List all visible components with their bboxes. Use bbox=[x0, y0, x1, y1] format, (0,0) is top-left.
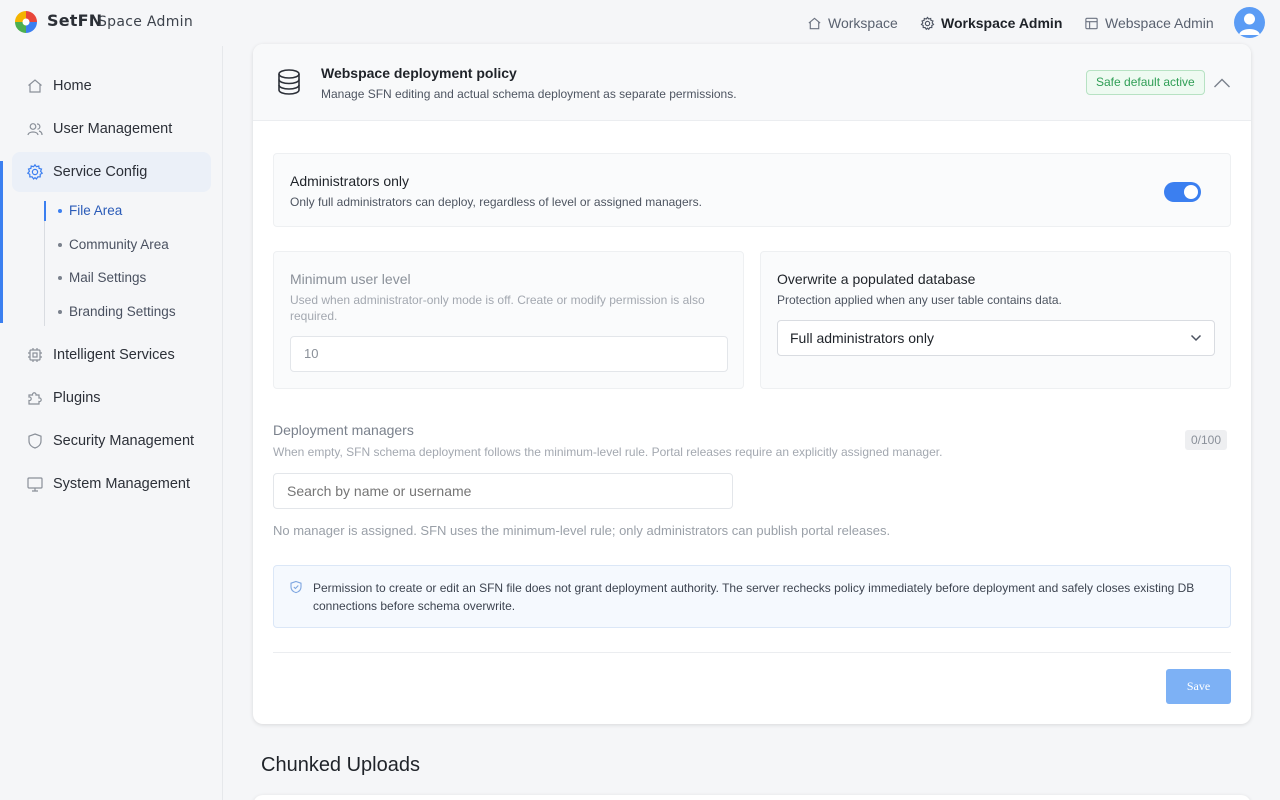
submenu-item-label: Community Area bbox=[69, 237, 169, 252]
bullet-icon bbox=[58, 309, 62, 314]
submenu-item-label: File Area bbox=[69, 203, 123, 218]
admin-only-panel: Administrators only Only full administra… bbox=[273, 153, 1231, 227]
top-bar: SetFN Space Admin Workspace Workspace Ad… bbox=[0, 0, 1280, 46]
users-icon bbox=[27, 123, 43, 136]
sidebar-item-label: Home bbox=[53, 78, 92, 94]
sidebar-item-home[interactable]: Home bbox=[12, 66, 211, 106]
sidebar-item-label: Service Config bbox=[53, 164, 148, 180]
min-level-panel: Minimum user level Used when administrat… bbox=[273, 251, 744, 389]
user-avatar[interactable] bbox=[1234, 7, 1265, 38]
home-icon bbox=[808, 17, 821, 29]
app-logo-icon[interactable] bbox=[15, 11, 37, 33]
managers-title: Deployment managers bbox=[273, 422, 414, 438]
submenu-item-branding-settings[interactable]: Branding Settings bbox=[58, 304, 176, 319]
status-badge: Safe default active bbox=[1086, 70, 1205, 95]
sidebar-active-indicator bbox=[0, 161, 3, 323]
admin-only-toggle[interactable] bbox=[1164, 182, 1201, 202]
info-note-text: Permission to create or edit an SFN file… bbox=[313, 581, 1195, 613]
submenu-item-label: Branding Settings bbox=[69, 304, 176, 319]
managers-counter: 0/100 bbox=[1185, 430, 1228, 450]
sidebar-item-label: Security Management bbox=[53, 433, 195, 449]
submenu-item-community-area[interactable]: Community Area bbox=[58, 237, 169, 252]
submenu-active-marker bbox=[44, 201, 46, 221]
chevron-up-icon[interactable] bbox=[1213, 77, 1231, 89]
divider bbox=[273, 652, 1231, 653]
sidebar-item-label: System Management bbox=[53, 476, 191, 492]
shield-check-icon bbox=[290, 580, 302, 594]
save-button[interactable]: Save bbox=[1166, 669, 1231, 704]
sidebar: Home User Management Service Config File… bbox=[0, 46, 223, 800]
sidebar-item-label: User Management bbox=[53, 121, 173, 137]
admin-only-description: Only full administrators can deploy, reg… bbox=[290, 195, 702, 209]
min-level-description: Used when administrator-only mode is off… bbox=[290, 293, 705, 323]
topnav-label: Workspace bbox=[828, 15, 898, 31]
manager-search-input[interactable] bbox=[273, 473, 733, 509]
topnav-webspace-admin[interactable]: Webspace Admin bbox=[1084, 15, 1214, 31]
gear-icon bbox=[26, 163, 44, 180]
section-title: Chunked Uploads bbox=[261, 754, 420, 776]
brand-subtitle: Space Admin bbox=[98, 14, 194, 30]
sidebar-item-plugins[interactable]: Plugins bbox=[12, 378, 211, 418]
sidebar-item-system-management[interactable]: System Management bbox=[12, 464, 211, 504]
topnav-label: Webspace Admin bbox=[1105, 15, 1214, 31]
submenu-item-label: Mail Settings bbox=[69, 270, 147, 285]
card-header[interactable]: Webspace deployment policy Manage SFN ed… bbox=[253, 44, 1251, 121]
overwrite-select-value: Full administrators only bbox=[790, 330, 934, 346]
chunked-uploads-card bbox=[253, 795, 1251, 800]
chevron-down-icon bbox=[1190, 334, 1202, 342]
sidebar-item-service-config[interactable]: Service Config bbox=[12, 152, 211, 192]
sidebar-item-label: Plugins bbox=[53, 390, 101, 406]
bullet-icon bbox=[58, 242, 62, 247]
min-level-title: Minimum user level bbox=[290, 271, 411, 287]
brand-name[interactable]: SetFN bbox=[47, 11, 102, 30]
bullet-icon bbox=[58, 208, 62, 213]
card-title: Webspace deployment policy bbox=[321, 65, 517, 81]
sidebar-item-user-management[interactable]: User Management bbox=[12, 109, 211, 149]
submenu-item-file-area[interactable]: File Area bbox=[58, 203, 122, 218]
topnav-workspace-admin[interactable]: Workspace Admin bbox=[920, 15, 1062, 31]
toggle-knob bbox=[1184, 185, 1198, 199]
layout-icon bbox=[1085, 17, 1098, 29]
monitor-icon bbox=[27, 477, 43, 492]
overwrite-description: Protection applied when any user table c… bbox=[777, 293, 1062, 307]
card-description: Manage SFN editing and actual schema dep… bbox=[321, 87, 737, 101]
topnav-label: Workspace Admin bbox=[941, 15, 1063, 31]
deployment-policy-card: Webspace deployment policy Manage SFN ed… bbox=[253, 44, 1251, 724]
submenu-item-mail-settings[interactable]: Mail Settings bbox=[58, 270, 146, 285]
overwrite-panel: Overwrite a populated database Protectio… bbox=[760, 251, 1231, 389]
chip-icon bbox=[28, 348, 42, 362]
database-icon bbox=[278, 69, 300, 95]
topnav-workspace[interactable]: Workspace bbox=[807, 15, 898, 31]
home-icon bbox=[28, 79, 42, 93]
sidebar-item-security-management[interactable]: Security Management bbox=[12, 421, 211, 461]
managers-description: When empty, SFN schema deployment follow… bbox=[273, 445, 943, 459]
sidebar-item-intelligent-services[interactable]: Intelligent Services bbox=[12, 335, 211, 375]
overwrite-title: Overwrite a populated database bbox=[777, 271, 976, 287]
bullet-icon bbox=[58, 275, 62, 280]
user-icon bbox=[1239, 13, 1260, 35]
puzzle-icon bbox=[28, 392, 42, 405]
info-note: Permission to create or edit an SFN file… bbox=[273, 565, 1231, 628]
admin-only-title: Administrators only bbox=[290, 173, 410, 189]
min-level-input[interactable]: 10 bbox=[290, 336, 728, 372]
overwrite-select[interactable]: Full administrators only bbox=[777, 320, 1215, 356]
managers-empty-message: No manager is assigned. SFN uses the min… bbox=[273, 523, 891, 538]
gear-icon bbox=[920, 15, 935, 30]
sidebar-item-label: Intelligent Services bbox=[53, 347, 175, 363]
shield-icon bbox=[28, 433, 42, 449]
